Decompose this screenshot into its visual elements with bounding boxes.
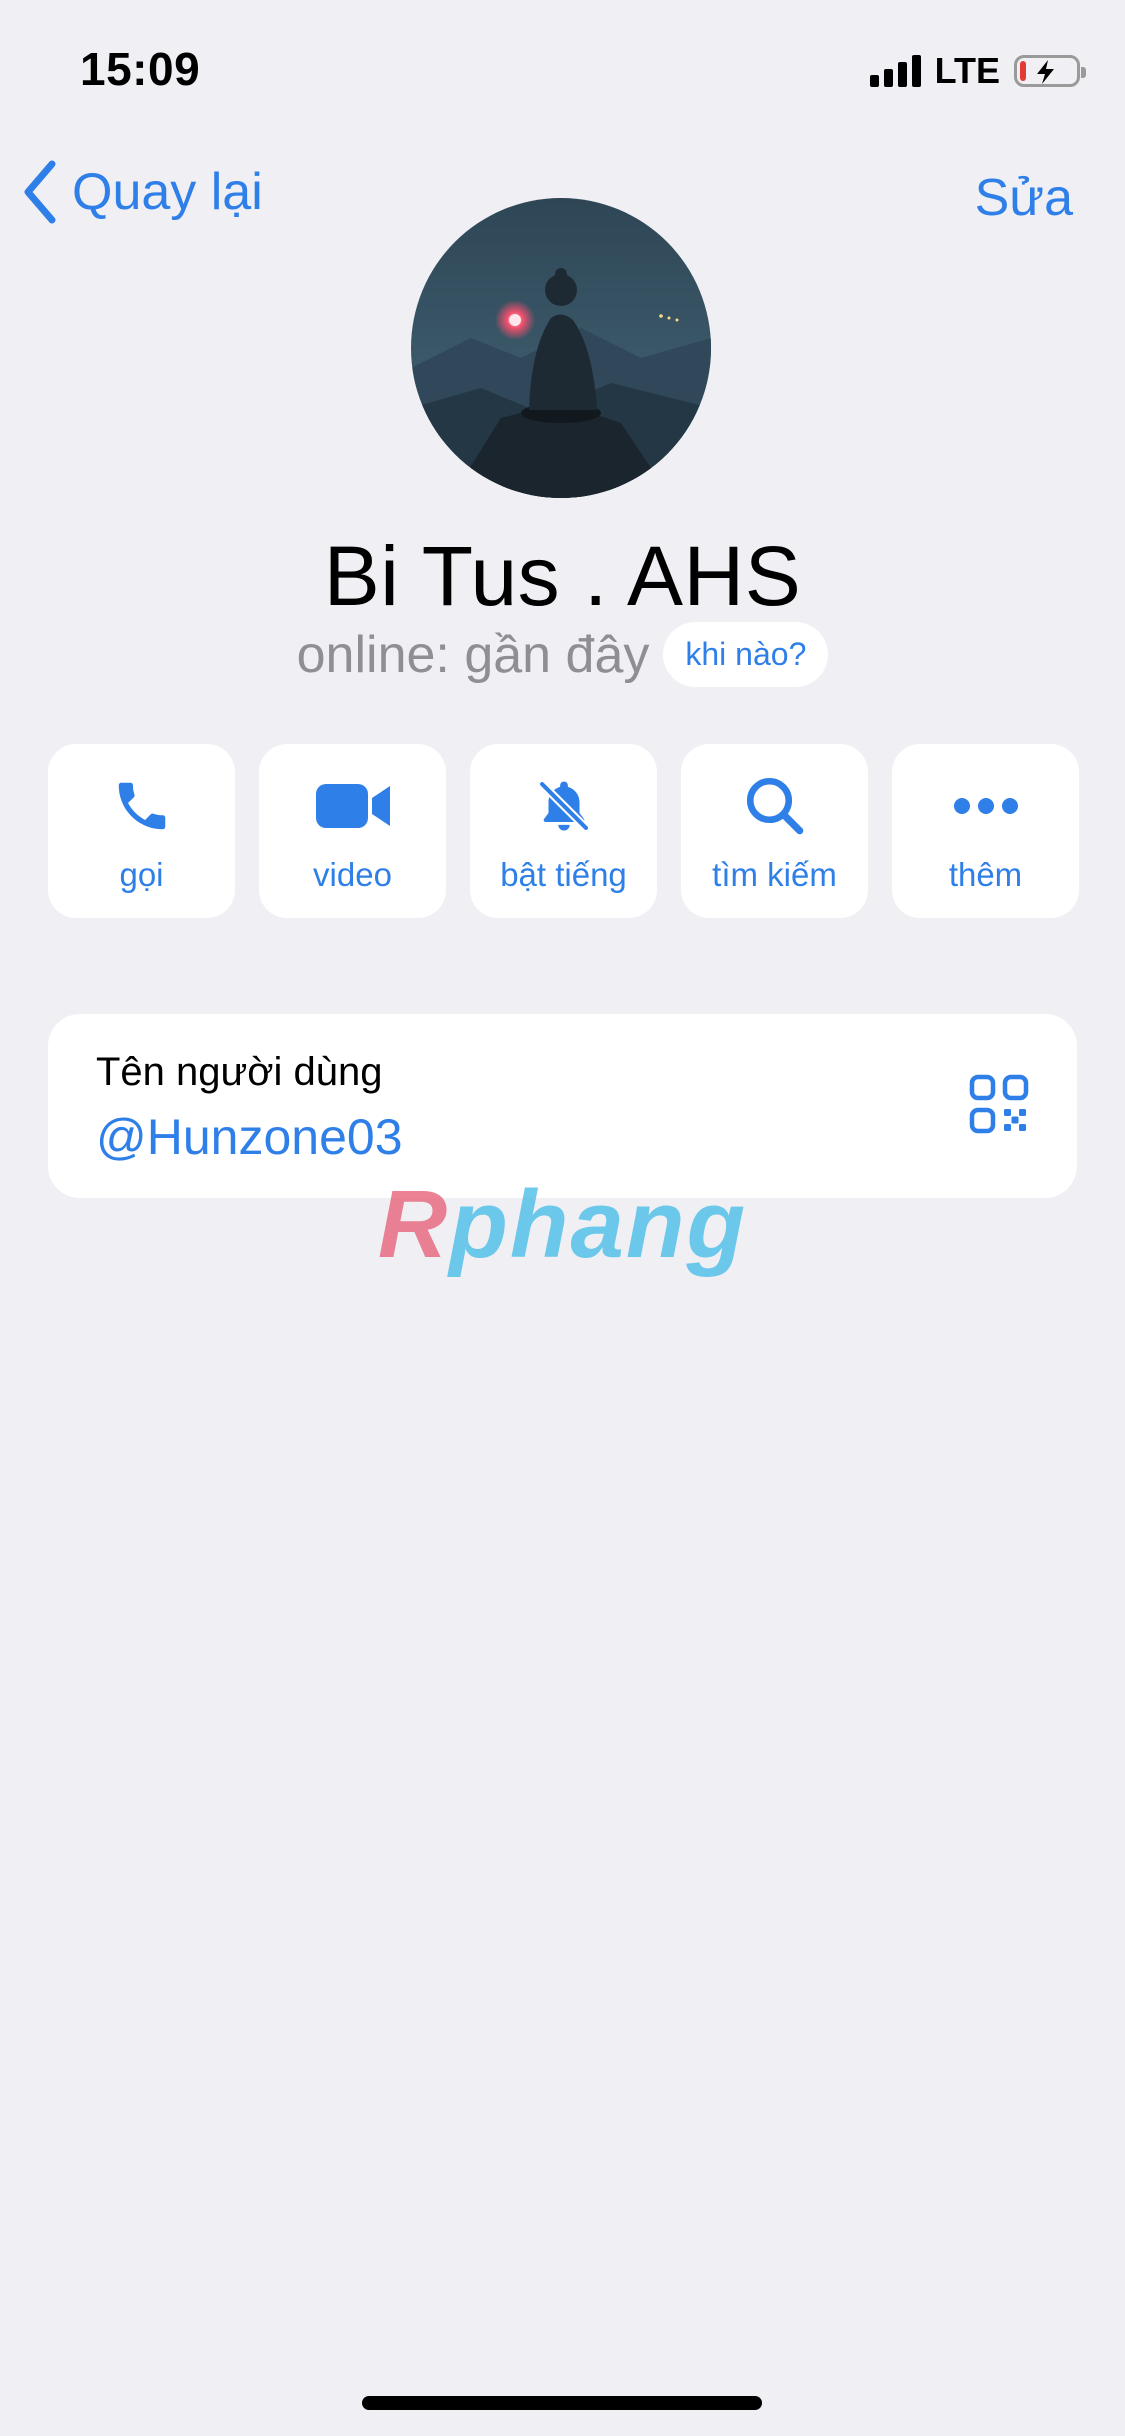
network-type: LTE [934,50,1000,91]
charging-bolt-icon [1037,60,1054,84]
home-indicator[interactable] [362,2396,762,2410]
qr-code-button[interactable] [969,1074,1029,1139]
cellular-signal-icon [869,55,921,87]
username-value[interactable]: @Hunzone03 [96,1108,403,1166]
back-label: Quay lại [72,163,263,221]
watermark-logo: Rphang [0,1170,1125,1280]
battery-level [1020,61,1026,81]
unmute-button[interactable]: bật tiếng [470,744,657,918]
status-line: online: gần đây khi nào? [0,622,1125,687]
chevron-left-icon [24,160,56,224]
action-label: tìm kiếm [712,856,837,893]
bell-slash-icon [537,779,590,833]
watermark-part2: phang [449,1171,748,1278]
action-label: thêm [948,856,1023,893]
more-button[interactable]: thêm [892,744,1079,918]
qr-code-icon [969,1074,1029,1134]
action-buttons: gọi video bật tiếng tìm kiếm thêm [48,744,1079,918]
search-icon [746,777,803,835]
video-button[interactable]: video [259,744,446,918]
search-button[interactable]: tìm kiếm [681,744,868,918]
username-caption: Tên người dùng [96,1050,383,1094]
watermark-part1: R [377,1171,450,1278]
profile-name: Bi Tus . AHS [323,529,802,623]
last-seen-status: online: gần đây [296,625,650,684]
action-label: gọi [119,856,164,893]
more-dots-icon [953,798,1018,814]
status-indicators: LTE [869,50,1086,92]
action-label: video [313,856,392,893]
status-time: 15:09 [80,43,201,95]
when-button[interactable]: khi nào? [663,622,829,687]
back-button[interactable]: Quay lại [22,160,263,224]
avatar[interactable] [411,198,711,498]
battery-icon [1014,55,1086,87]
avatar-image [411,198,711,498]
phone-icon [118,782,165,830]
action-label: bật tiếng [500,856,627,893]
call-button[interactable]: gọi [48,744,235,918]
video-camera-icon [315,784,390,828]
edit-button[interactable]: Sửa [975,168,1073,228]
